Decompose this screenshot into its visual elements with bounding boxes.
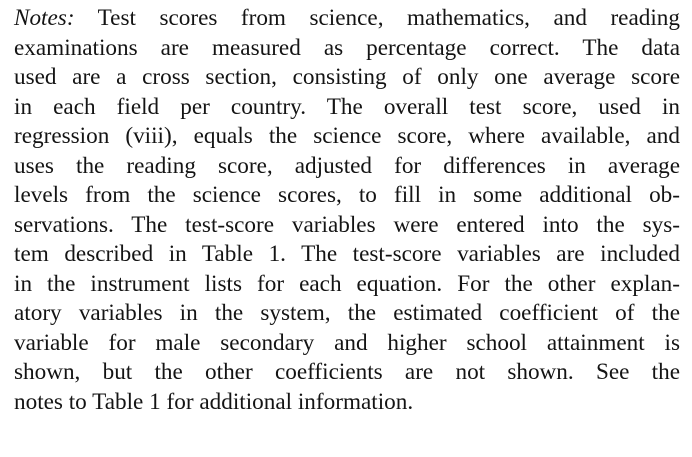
notes-line: uses the reading score, adjusted for dif… xyxy=(14,152,680,179)
notes-line: regression (viii), equals the science sc… xyxy=(14,123,680,149)
notes-line: in each field per country. The overall t… xyxy=(14,93,680,120)
notes-line: used are a cross section, consisting of … xyxy=(14,64,680,90)
notes-line: shown, but the other coefficients are no… xyxy=(14,359,680,385)
notes-label: Notes: xyxy=(14,5,75,31)
notes-line: levels from the science scores, to fill … xyxy=(14,182,680,208)
table-notes: Notes: Test scores from science, mathema… xyxy=(14,4,680,417)
notes-line: variable for male secondary and higher s… xyxy=(14,329,680,356)
notes-line: Notes: Test scores from science, mathema… xyxy=(14,4,680,34)
notes-line: examinations are measured as percentage … xyxy=(14,34,680,61)
notes-line: servations. The test-score variables wer… xyxy=(14,211,680,238)
notes-line: atory variables in the system, the estim… xyxy=(14,300,680,326)
notes-line: tem described in Table 1. The test-score… xyxy=(14,241,680,267)
notes-line: in the instrument lists for each equatio… xyxy=(14,270,680,297)
notes-line-text: Test scores from science, mathematics, a… xyxy=(74,5,680,31)
notes-line: notes to Table 1 for additional informat… xyxy=(14,388,414,415)
